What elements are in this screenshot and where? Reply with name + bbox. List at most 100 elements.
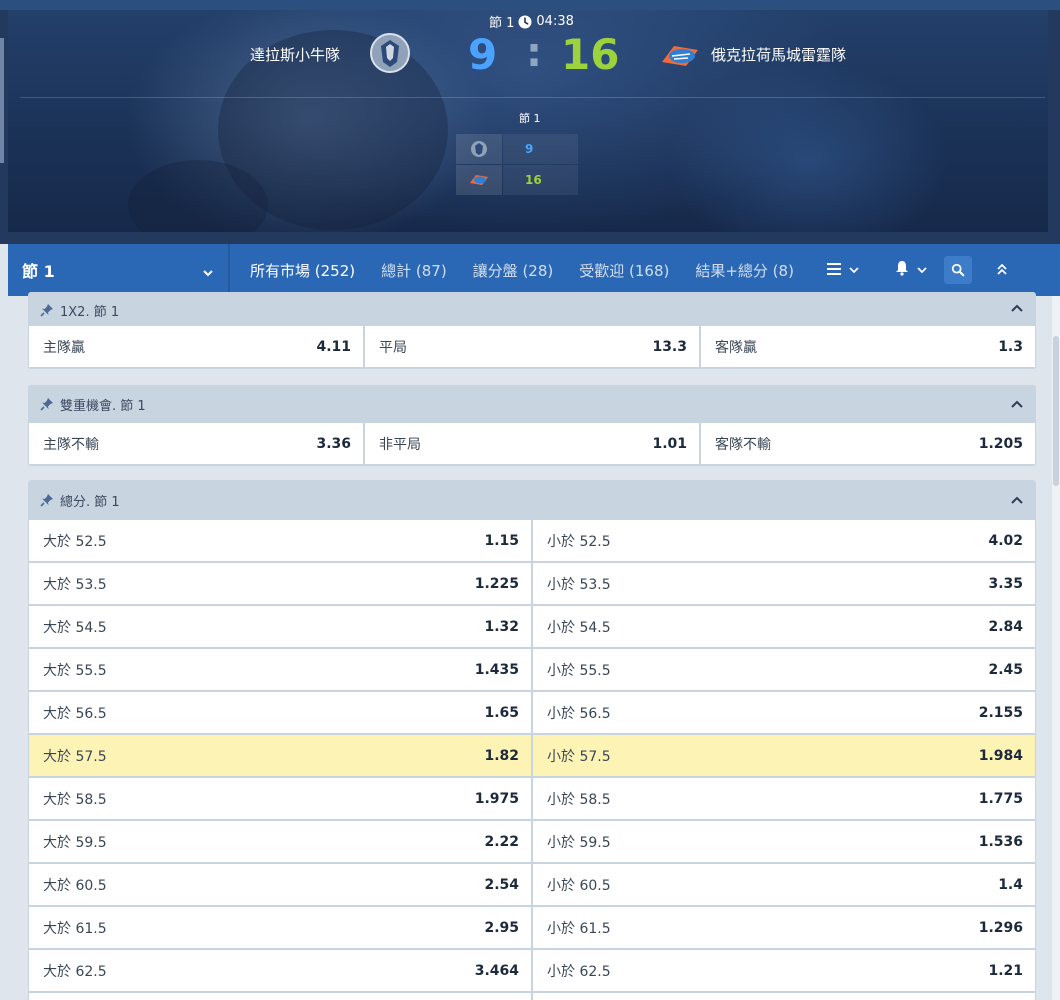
scoreboard-header: 節 1 04:38 達拉斯小牛隊 9 : 16 俄克拉荷馬城雷霆隊 節 1 9 bbox=[0, 0, 1060, 244]
outcome-label: 小於 52.5 bbox=[547, 533, 611, 550]
odds-cell[interactable]: 大於 52.5 1.15 bbox=[29, 520, 531, 561]
odds-value: 3.35 bbox=[988, 575, 1023, 592]
tab-popular[interactable]: 受歡迎 (168) bbox=[579, 244, 669, 296]
odds-cell[interactable]: 客隊贏 1.3 bbox=[701, 326, 1035, 367]
clock-icon bbox=[518, 15, 532, 29]
tab-totals[interactable]: 總計 (87) bbox=[381, 244, 447, 296]
market-header[interactable]: 雙重機會. 節 1 bbox=[28, 385, 1036, 423]
market-double-chance: 雙重機會. 節 1 主隊不輸 3.36 非平局 1.01 客隊不輸 1.205 bbox=[28, 385, 1036, 466]
outcome-label: 小於 60.5 bbox=[547, 877, 611, 894]
odds-cell[interactable]: 客隊不輸 1.205 bbox=[701, 423, 1035, 464]
odds-cell[interactable]: 小於 56.5 2.155 bbox=[533, 692, 1035, 733]
odds-cell[interactable]: 大於 57.5 1.82 bbox=[29, 735, 531, 776]
odds-cell[interactable]: 小於 58.5 1.775 bbox=[533, 778, 1035, 819]
odds-value: 1.984 bbox=[978, 747, 1023, 764]
tab-result-total[interactable]: 結果+總分 (8) bbox=[695, 244, 794, 296]
odds-value: 2.84 bbox=[988, 618, 1023, 635]
odds-cell[interactable] bbox=[533, 993, 1035, 1000]
outcome-label: 小於 59.5 bbox=[547, 834, 611, 851]
pin-icon[interactable] bbox=[40, 493, 54, 507]
odds-cell[interactable]: 小於 57.5 1.984 bbox=[533, 735, 1035, 776]
outcome-label: 小於 57.5 bbox=[547, 748, 611, 765]
odds-value: 1.32 bbox=[484, 618, 519, 635]
tab-label: 結果+總分 (8) bbox=[695, 261, 794, 280]
tab-label: 總計 (87) bbox=[381, 261, 447, 280]
odds-value: 2.54 bbox=[484, 876, 519, 893]
odds-row: 大於 61.5 2.95 小於 61.5 1.296 bbox=[28, 907, 1036, 948]
odds-cell[interactable]: 小於 55.5 2.45 bbox=[533, 649, 1035, 690]
odds-cell[interactable]: 小於 52.5 4.02 bbox=[533, 520, 1035, 561]
odds-cell[interactable]: 大於 59.5 2.22 bbox=[29, 821, 531, 862]
outcome-label: 大於 61.5 bbox=[43, 920, 107, 937]
market-header[interactable]: 總分. 節 1 bbox=[28, 480, 1036, 520]
pin-icon[interactable] bbox=[40, 397, 54, 411]
odds-value: 1.435 bbox=[474, 661, 519, 678]
collapse-all-button[interactable] bbox=[996, 244, 1008, 296]
odds-cell[interactable]: 大於 58.5 1.975 bbox=[29, 778, 531, 819]
outcome-label: 大於 53.5 bbox=[43, 576, 107, 593]
chevron-up-icon[interactable] bbox=[1010, 302, 1024, 314]
odds-cell[interactable] bbox=[29, 993, 531, 1000]
odds-cell[interactable]: 大於 61.5 2.95 bbox=[29, 907, 531, 948]
bell-icon bbox=[894, 260, 910, 280]
period-label: 節 1 bbox=[489, 16, 515, 31]
odds-cell[interactable]: 小於 59.5 1.536 bbox=[533, 821, 1035, 862]
market-header[interactable]: 1X2. 節 1 bbox=[28, 292, 1036, 326]
market-nav-bar: 節 1 所有市場 (252) 總計 (87) 讓分盤 (28) 受歡迎 (168… bbox=[8, 244, 1060, 296]
outcome-label: 非平局 bbox=[379, 436, 421, 453]
odds-cell[interactable]: 大於 60.5 2.54 bbox=[29, 864, 531, 905]
pin-icon[interactable] bbox=[40, 303, 54, 317]
odds-row bbox=[28, 993, 1036, 1000]
side-handle[interactable] bbox=[0, 38, 4, 163]
chevron-up-icon[interactable] bbox=[1010, 494, 1024, 506]
outcome-label: 大於 56.5 bbox=[43, 705, 107, 722]
chevron-up-icon[interactable] bbox=[1010, 398, 1024, 410]
odds-cell[interactable]: 大於 62.5 3.464 bbox=[29, 950, 531, 991]
outcome-label: 主隊贏 bbox=[43, 339, 85, 356]
odds-cell[interactable]: 大於 53.5 1.225 bbox=[29, 563, 531, 604]
scrollbar-thumb[interactable] bbox=[1053, 336, 1059, 486]
scrollbar[interactable] bbox=[1052, 296, 1060, 1000]
tab-all-markets[interactable]: 所有市場 (252) bbox=[250, 244, 356, 296]
odds-row: 大於 55.5 1.435 小於 55.5 2.45 bbox=[28, 649, 1036, 690]
tab-handicap[interactable]: 讓分盤 (28) bbox=[473, 244, 554, 296]
breakdown-period-label: 節 1 bbox=[519, 112, 541, 125]
divider bbox=[20, 97, 1045, 98]
odds-cell[interactable]: 小於 62.5 1.21 bbox=[533, 950, 1035, 991]
odds-cell[interactable]: 主隊不輸 3.36 bbox=[29, 423, 363, 464]
odds-cell[interactable]: 大於 55.5 1.435 bbox=[29, 649, 531, 690]
odds-cell[interactable]: 小於 53.5 3.35 bbox=[533, 563, 1035, 604]
score-separator: : bbox=[526, 30, 542, 76]
top-strip bbox=[0, 0, 1060, 10]
odds-row: 主隊不輸 3.36 非平局 1.01 客隊不輸 1.205 bbox=[28, 423, 1036, 464]
outcome-label: 小於 56.5 bbox=[547, 705, 611, 722]
odds-cell[interactable]: 非平局 1.01 bbox=[365, 423, 699, 464]
outcome-label: 小於 58.5 bbox=[547, 791, 611, 808]
market-title: 1X2. 節 1 bbox=[60, 304, 120, 320]
odds-row: 大於 57.5 1.82 小於 57.5 1.984 bbox=[28, 735, 1036, 776]
odds-value: 2.155 bbox=[978, 704, 1023, 721]
breakdown-row-home: 9 bbox=[456, 134, 578, 164]
period-dropdown[interactable]: 節 1 bbox=[8, 244, 230, 296]
tab-label: 受歡迎 (168) bbox=[579, 261, 670, 280]
odds-cell[interactable]: 主隊贏 4.11 bbox=[29, 326, 363, 367]
odds-cell[interactable]: 小於 54.5 2.84 bbox=[533, 606, 1035, 647]
odds-value: 4.11 bbox=[316, 338, 351, 355]
notifications-button[interactable] bbox=[894, 244, 928, 296]
outcome-label: 主隊不輸 bbox=[43, 436, 99, 453]
odds-value: 4.02 bbox=[988, 532, 1023, 549]
outcome-label: 大於 60.5 bbox=[43, 877, 107, 894]
odds-row: 大於 56.5 1.65 小於 56.5 2.155 bbox=[28, 692, 1036, 733]
odds-cell[interactable]: 小於 61.5 1.296 bbox=[533, 907, 1035, 948]
odds-cell[interactable]: 平局 13.3 bbox=[365, 326, 699, 367]
odds-cell[interactable]: 大於 56.5 1.65 bbox=[29, 692, 531, 733]
outcome-label: 小於 62.5 bbox=[547, 963, 611, 980]
outcome-label: 小於 54.5 bbox=[547, 619, 611, 636]
odds-value: 3.464 bbox=[474, 962, 519, 979]
market-title: 總分. 節 1 bbox=[60, 494, 120, 510]
more-menu-button[interactable] bbox=[826, 244, 860, 296]
search-button[interactable] bbox=[943, 244, 972, 296]
odds-row: 大於 52.5 1.15 小於 52.5 4.02 bbox=[28, 520, 1036, 561]
odds-cell[interactable]: 大於 54.5 1.32 bbox=[29, 606, 531, 647]
odds-cell[interactable]: 小於 60.5 1.4 bbox=[533, 864, 1035, 905]
